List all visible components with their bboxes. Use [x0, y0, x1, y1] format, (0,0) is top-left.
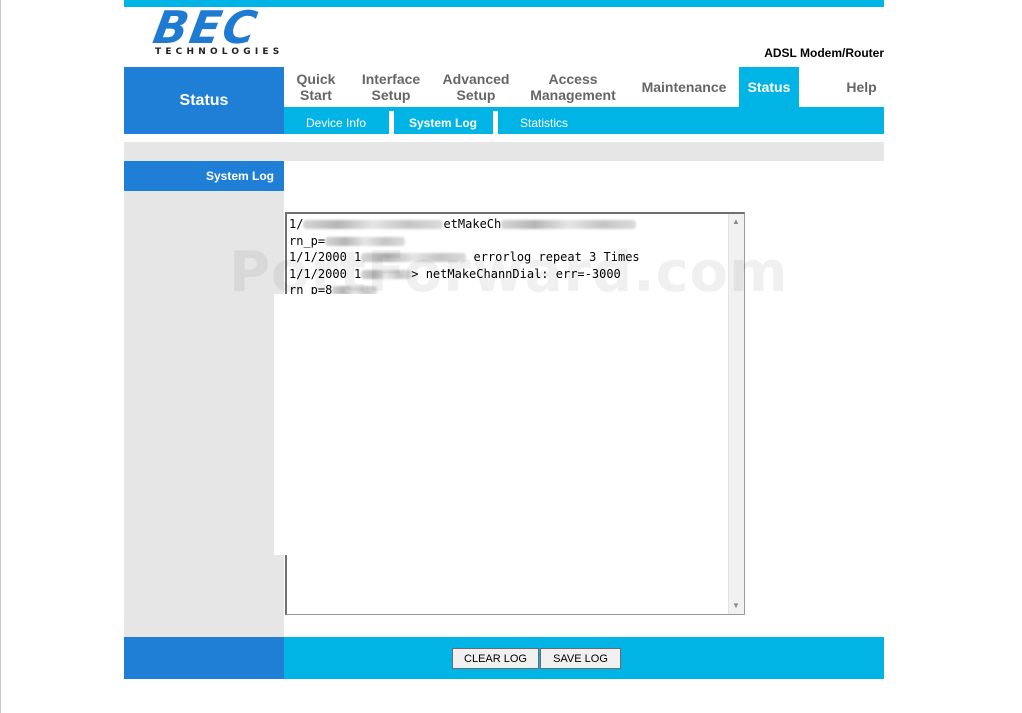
footer-left-bar	[124, 637, 284, 679]
redaction-patch	[274, 294, 494, 555]
redacted-text	[361, 253, 467, 262]
main-nav-tabs: Quick Start Interface Setup Advanced Setup …	[284, 67, 884, 107]
tab-label-line2: Management	[530, 87, 616, 103]
tab-label-line1: Access	[548, 71, 598, 87]
tab-label-line2: Setup	[456, 87, 496, 103]
section-title: Status	[124, 67, 284, 134]
log-line: 1/1/2000 1 errorlog repeat 3 Times	[289, 250, 640, 264]
log-scrollbar[interactable]: ▲ ▼	[728, 214, 744, 614]
tab-label-line1: Advanced	[442, 71, 510, 87]
tab-label-line1: Quick	[296, 71, 336, 87]
tab-maintenance[interactable]: Maintenance	[630, 67, 738, 107]
scroll-up-icon[interactable]: ▲	[732, 218, 740, 226]
save-log-button[interactable]: SAVE LOG	[540, 648, 621, 669]
redacted-text	[303, 220, 444, 229]
tab-label: Status	[747, 79, 791, 95]
section-label-system-log: System Log	[124, 161, 284, 191]
tab-quick-start[interactable]: Quick Start	[284, 67, 348, 107]
content-header-bar	[124, 142, 884, 161]
subtab-separator	[493, 111, 498, 134]
log-content: 1/etMakeCh rn_p= 1/1/2000 1 errorlog rep…	[289, 216, 640, 299]
subtab-separator	[389, 111, 394, 134]
tab-label-line1: Interface	[361, 71, 421, 87]
log-line: 1/1/2000 1 > netMakeChannDial: err=-3000	[289, 266, 621, 281]
product-name: ADSL Modem/Router	[764, 46, 884, 60]
tab-status[interactable]: Status	[739, 67, 799, 107]
tab-advanced-setup[interactable]: Advanced Setup	[436, 67, 516, 107]
window-left-border	[0, 0, 1, 713]
bec-logo: BEC TECHNOLOGIES	[149, 1, 298, 62]
log-line: rn_p=	[289, 234, 406, 248]
subtab-system-log[interactable]: System Log	[398, 107, 488, 134]
logo-mark: BEC	[149, 1, 263, 54]
tab-label-line2: Start	[300, 87, 332, 103]
log-line: 1/etMakeCh	[289, 217, 637, 231]
scroll-down-icon[interactable]: ▼	[732, 602, 740, 610]
subtab-device-info[interactable]: Device Info	[294, 107, 378, 134]
subtab-statistics[interactable]: Statistics	[509, 107, 579, 134]
logo-subtext: TECHNOLOGIES	[155, 47, 284, 57]
tab-interface-setup[interactable]: Interface Setup	[352, 67, 430, 107]
tab-access-management[interactable]: Access Management	[522, 67, 624, 107]
tab-label: Maintenance	[641, 79, 727, 95]
tab-help[interactable]: Help	[829, 67, 894, 107]
sub-nav-tabs: Device Info System Log Statistics	[284, 107, 884, 134]
redacted-text	[325, 236, 406, 246]
left-panel	[124, 161, 284, 637]
tab-label: Help	[846, 79, 877, 95]
redacted-text	[361, 269, 412, 279]
tab-label-line2: Setup	[371, 87, 411, 103]
clear-log-button[interactable]: CLEAR LOG	[452, 648, 539, 669]
redacted-text	[501, 220, 637, 229]
